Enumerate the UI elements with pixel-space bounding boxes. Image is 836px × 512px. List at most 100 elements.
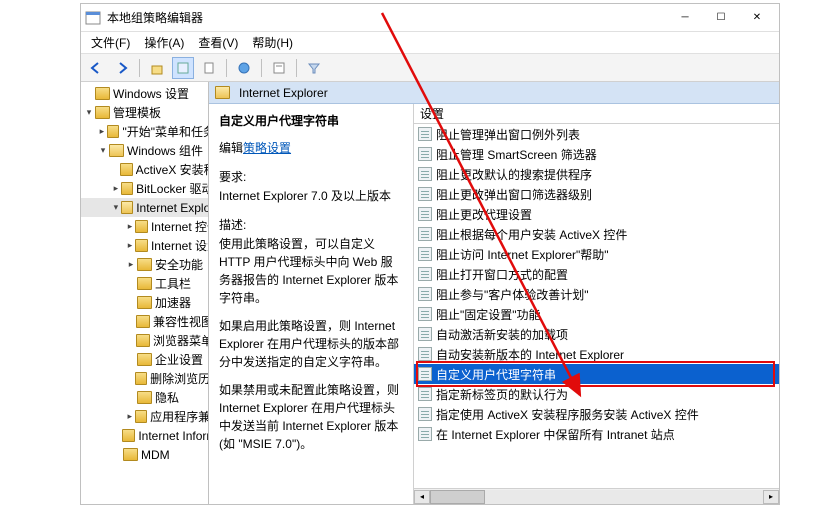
tree-item[interactable]: 加速器 [81,293,208,312]
setting-item[interactable]: 自动安装新版本的 Internet Explorer [414,344,779,364]
tree-item[interactable]: MDM [81,445,208,464]
expander-icon[interactable]: ▸ [125,259,137,270]
setting-item[interactable]: 自动激活新安装的加载项 [414,324,779,344]
folder-icon [137,296,152,309]
menu-view[interactable]: 查看(V) [192,32,244,53]
expander-icon[interactable]: ▸ [125,221,135,232]
setting-item[interactable]: 阻止更改弹出窗口筛选器级别 [414,184,779,204]
maximize-button[interactable]: ☐ [703,6,739,30]
tree-item[interactable]: Internet Inform [81,426,208,445]
tree-label: 删除浏览历史 [150,370,208,387]
setting-item[interactable]: 指定使用 ActiveX 安装程序服务安装 ActiveX 控件 [414,404,779,424]
tree-panel[interactable]: Windows 设置▾管理模板▸"开始"菜单和任务栏▾Windows 组件Act… [81,82,209,504]
tree-item[interactable]: ▾Windows 组件 [81,141,208,160]
tree-item[interactable]: 删除浏览历史 [81,369,208,388]
gpedit-window: 本地组策略编辑器 ─ ☐ ✕ 文件(F) 操作(A) 查看(V) 帮助(H) W… [80,3,780,505]
setting-icon [418,287,432,301]
requirements-value: Internet Explorer 7.0 及以上版本 [219,187,403,204]
setting-item[interactable]: 阻止根据每个用户安装 ActiveX 控件 [414,224,779,244]
folder-icon [123,448,138,461]
tree-item[interactable]: ▸ Internet 控件 [81,217,208,236]
tree-label: Internet 控件 [151,218,208,235]
back-button[interactable] [85,57,107,79]
help-button[interactable] [233,57,255,79]
expander-icon[interactable]: ▾ [111,202,121,213]
expander-icon[interactable]: ▾ [83,107,95,118]
properties-button[interactable] [268,57,290,79]
tree-item[interactable]: 隐私 [81,388,208,407]
setting-item[interactable]: 阻止访问 Internet Explorer"帮助" [414,244,779,264]
tree-item[interactable]: ▾Internet Explorer [81,198,208,217]
horizontal-scrollbar[interactable]: ◂ ▸ [414,488,779,504]
expander-icon[interactable]: ▾ [97,145,109,156]
setting-icon [418,187,432,201]
export-button[interactable] [198,57,220,79]
setting-item[interactable]: 指定新标签页的默认行为 [414,384,779,404]
settings-list[interactable]: 阻止管理弹出窗口例外列表阻止管理 SmartScreen 筛选器阻止更改默认的搜… [414,124,779,488]
tree-item[interactable]: 浏览器菜单 [81,331,208,350]
tree-item[interactable]: ▸Internet 设置 [81,236,208,255]
tree-label: BitLocker 驱动器 [136,180,208,197]
setting-label: 指定使用 ActiveX 安装程序服务安装 ActiveX 控件 [436,406,699,423]
minimize-button[interactable]: ─ [667,6,703,30]
tree-item[interactable]: ▸ 安全功能 [81,255,208,274]
setting-icon [418,367,432,381]
expander-icon[interactable]: ▸ [97,126,107,137]
setting-icon [418,307,432,321]
folder-icon [215,86,230,99]
setting-label: 阻止更改代理设置 [436,206,532,223]
titlebar: 本地组策略编辑器 ─ ☐ ✕ [81,4,779,32]
expander-icon[interactable]: ▸ [125,411,135,422]
setting-item[interactable]: 阻止参与"客户体验改善计划" [414,284,779,304]
setting-label: 阻止管理弹出窗口例外列表 [436,126,580,143]
setting-item[interactable]: 阻止更改代理设置 [414,204,779,224]
content-body: Windows 设置▾管理模板▸"开始"菜单和任务栏▾Windows 组件Act… [81,82,779,504]
folder-icon [120,163,132,176]
tree-item[interactable]: 兼容性视图 [81,312,208,331]
filter-button[interactable] [303,57,325,79]
scroll-right-button[interactable]: ▸ [763,490,779,504]
setting-label: 阻止访问 Internet Explorer"帮助" [436,246,609,263]
setting-item[interactable]: 阻止打开窗口方式的配置 [414,264,779,284]
tree-item[interactable]: 工具栏 [81,274,208,293]
tree-item[interactable]: ActiveX 安装程序 [81,160,208,179]
setting-label: 阻止更改默认的搜索提供程序 [436,166,592,183]
menu-file[interactable]: 文件(F) [85,32,136,53]
edit-policy-link[interactable]: 策略设置 [243,141,291,155]
up-button[interactable] [146,57,168,79]
tree-label: 浏览器菜单 [153,332,208,349]
setting-item[interactable]: 阻止管理弹出窗口例外列表 [414,124,779,144]
scroll-track[interactable] [430,490,763,504]
setting-item[interactable]: 在 Internet Explorer 中保留所有 Intranet 站点 [414,424,779,444]
tree-label: 安全功能 [155,256,203,273]
tree-item[interactable]: ▸应用程序兼容 [81,407,208,426]
close-button[interactable]: ✕ [739,6,775,30]
setting-item[interactable]: 阻止"固定设置"功能 [414,304,779,324]
details-title: 自定义用户代理字符串 [219,112,403,129]
setting-item[interactable]: 自定义用户代理字符串 [414,364,779,384]
header-title: Internet Explorer [239,86,328,100]
setting-item[interactable]: 阻止管理 SmartScreen 筛选器 [414,144,779,164]
scroll-thumb[interactable] [430,490,485,504]
expander-icon[interactable]: ▸ [125,240,135,251]
setting-icon [418,147,432,161]
setting-label: 指定新标签页的默认行为 [436,386,568,403]
tree-item[interactable]: Windows 设置 [81,84,208,103]
column-header[interactable]: 设置 [414,104,779,124]
tree-label: MDM [141,448,170,462]
scroll-left-button[interactable]: ◂ [414,490,430,504]
show-hide-button[interactable] [172,57,194,79]
tree-item[interactable]: 企业设置 [81,350,208,369]
tree-item[interactable]: ▸ BitLocker 驱动器 [81,179,208,198]
menu-help[interactable]: 帮助(H) [246,32,299,53]
expander-icon[interactable]: ▸ [111,183,121,194]
forward-button[interactable] [111,57,133,79]
tree-item[interactable]: ▸"开始"菜单和任务栏 [81,122,208,141]
menu-action[interactable]: 操作(A) [138,32,190,53]
tree-label: Internet Inform [138,429,208,443]
window-title: 本地组策略编辑器 [107,9,667,26]
folder-icon [135,239,148,252]
setting-item[interactable]: 阻止更改默认的搜索提供程序 [414,164,779,184]
setting-icon [418,387,432,401]
tree-item[interactable]: ▾管理模板 [81,103,208,122]
